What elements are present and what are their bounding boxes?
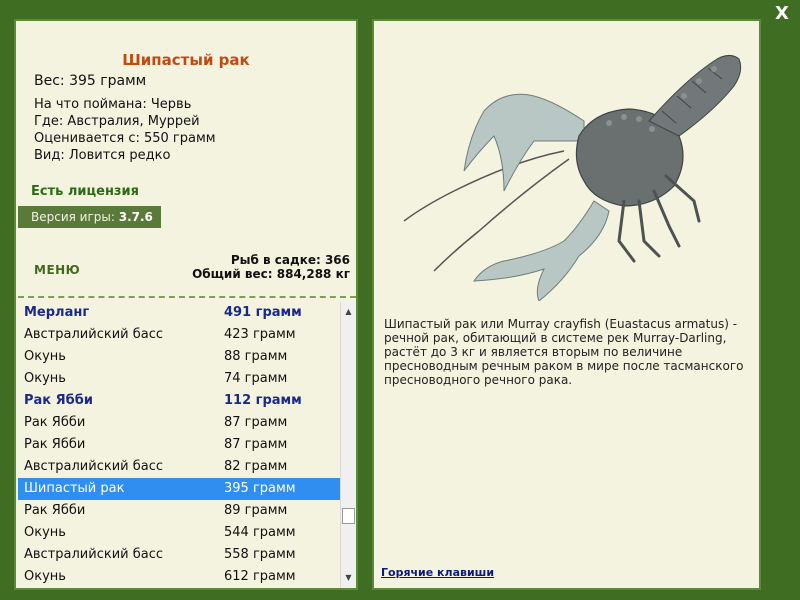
- list-group-header[interactable]: Мерланг 491 грамм: [18, 302, 340, 324]
- list-item-weight: 112 грамм: [224, 393, 302, 408]
- list-item[interactable]: Окунь 612 грамм: [18, 566, 340, 588]
- close-button[interactable]: X: [772, 4, 792, 24]
- list-item-name: Окунь: [24, 525, 66, 540]
- list-item[interactable]: Рак Ябби 87 грамм: [18, 434, 340, 456]
- fish-title: Шипастый рак: [122, 51, 250, 69]
- list-item-name: Мерланг: [24, 305, 90, 320]
- separator: [18, 296, 356, 298]
- list-item[interactable]: Рак Ябби 87 грамм: [18, 412, 340, 434]
- list-item-weight: 491 грамм: [224, 305, 302, 320]
- version-bar: Версия игры: 3.7.6: [18, 206, 161, 228]
- list-item-name: Окунь: [24, 569, 66, 584]
- list-item-weight: 74 грамм: [224, 371, 288, 386]
- catch-panel: Шипастый рак Вес: 395 грамм На что пойма…: [14, 19, 358, 590]
- list-item-name: Рак Ябби: [24, 503, 86, 518]
- version-value: 3.7.6: [118, 210, 153, 224]
- list-item-name: Рак Ябби: [24, 393, 93, 408]
- crayfish-image: [403, 55, 742, 301]
- menu-button[interactable]: МЕНЮ: [34, 263, 80, 277]
- list-group-header[interactable]: Рак Ябби 112 грамм: [18, 390, 340, 412]
- list-item-weight: 87 грамм: [224, 415, 288, 430]
- list-item-name: Рак Ябби: [24, 415, 86, 430]
- arrow-up-icon[interactable]: ▲: [341, 304, 356, 319]
- game-window: X Шипастый рак Вес: 395 грамм На что пой…: [0, 0, 800, 600]
- list-item-weight: 89 грамм: [224, 503, 288, 518]
- list-item[interactable]: Рак Ябби 89 грамм: [18, 500, 340, 522]
- list-item-weight: 87 грамм: [224, 437, 288, 452]
- list-item-weight: 395 грамм: [224, 481, 296, 496]
- fish-value: Оценивается с: 550 грамм: [34, 131, 216, 146]
- list-item-name: Австралийский басс: [24, 459, 164, 474]
- list-item-weight: 612 грамм: [224, 569, 296, 584]
- version-label: Версия игры:: [31, 210, 115, 224]
- list-item[interactable]: Окунь 88 грамм: [18, 346, 340, 368]
- list-item-weight: 88 грамм: [224, 349, 288, 364]
- list-item[interactable]: Шипастый рак 395 грамм: [18, 478, 340, 500]
- catch-list[interactable]: Мерланг 491 грамм Австралийский басс 423 гр…: [18, 302, 340, 588]
- list-item-weight: 558 грамм: [224, 547, 296, 562]
- list-item-name: Окунь: [24, 371, 66, 386]
- fish-location: Где: Австралия, Муррей: [34, 114, 200, 129]
- fish-details-panel: Шипастый рак или Murray crayfish (Euasta…: [372, 19, 761, 590]
- list-item[interactable]: Австралийский басс 82 грамм: [18, 456, 340, 478]
- fish-weight: Вес: 395 грамм: [34, 73, 147, 89]
- arrow-down-icon[interactable]: ▼: [341, 570, 356, 585]
- list-item[interactable]: Австралийский басс 423 грамм: [18, 324, 340, 346]
- list-item-name: Австралийский басс: [24, 327, 164, 342]
- list-item-weight: 82 грамм: [224, 459, 288, 474]
- keepnet-summary: Рыб в садке: 366 Общий вес: 884,288 кг: [192, 253, 350, 281]
- close-icon[interactable]: X: [775, 3, 789, 24]
- fish-description: Шипастый рак или Murray crayfish (Euasta…: [384, 317, 744, 387]
- list-item-name: Окунь: [24, 349, 66, 364]
- list-item-name: Рак Ябби: [24, 437, 86, 452]
- fish-bait: На что поймана: Червь: [34, 97, 192, 112]
- scrollbar-thumb[interactable]: [342, 508, 355, 524]
- list-item-name: Австралийский басс: [24, 547, 164, 562]
- list-item-name: Шипастый рак: [24, 481, 125, 496]
- hotkeys-link[interactable]: Горячие клавиши: [381, 566, 494, 579]
- list-item-weight: 423 грамм: [224, 327, 296, 342]
- keepnet-weight: Общий вес: 884,288 кг: [192, 267, 350, 281]
- list-item[interactable]: Окунь 74 грамм: [18, 368, 340, 390]
- fish-rarity: Вид: Ловится редко: [34, 148, 171, 163]
- license-status: Есть лицензия: [31, 184, 139, 199]
- list-item-weight: 544 грамм: [224, 525, 296, 540]
- keepnet-count: Рыб в садке: 366: [230, 253, 350, 267]
- list-scrollbar[interactable]: ▲ ▼: [340, 302, 356, 588]
- list-item[interactable]: Австралийский басс 558 грамм: [18, 544, 340, 566]
- list-item[interactable]: Окунь 544 грамм: [18, 522, 340, 544]
